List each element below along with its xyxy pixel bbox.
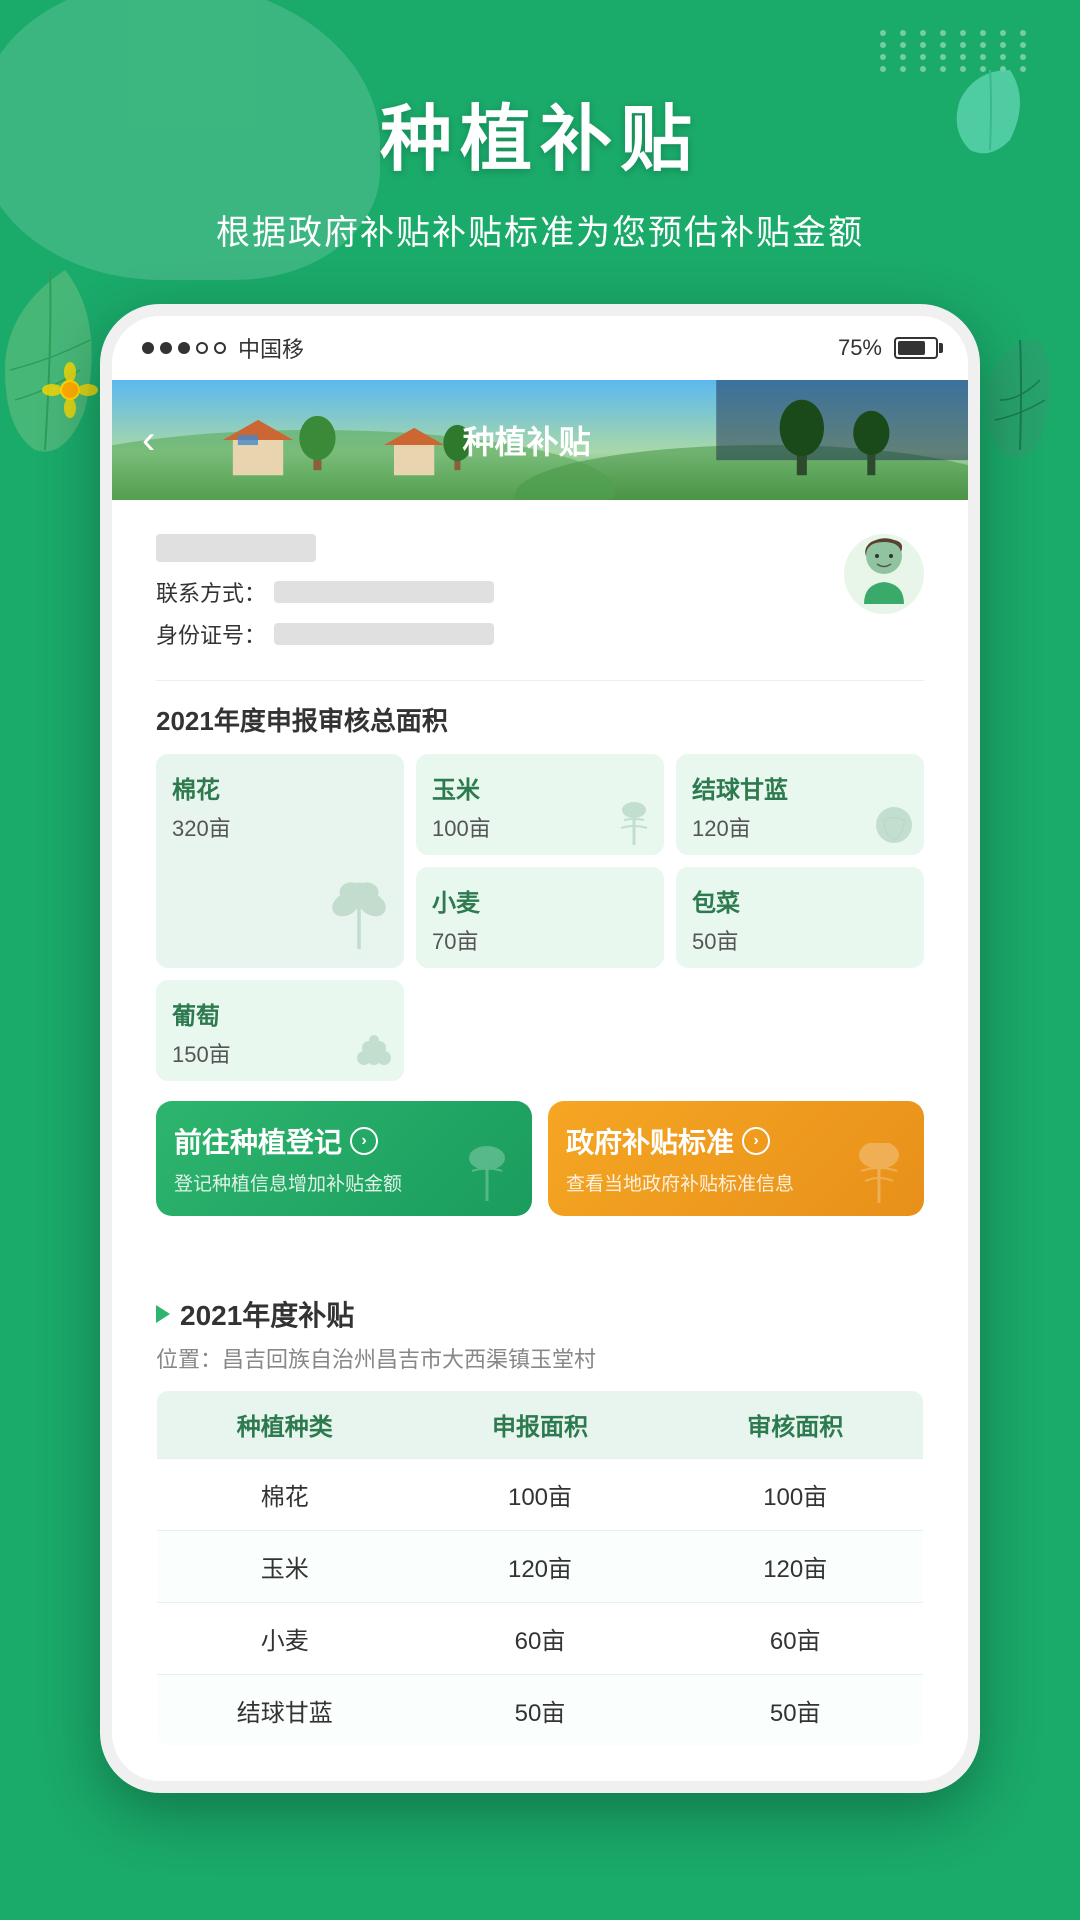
location-text: 位置：昌吉回族自治州昌吉市大西渠镇玉堂村: [156, 1342, 924, 1374]
subsidy-table: 种植种类 申报面积 审核面积 棉花 100亩 100亩 玉米 120亩 120亩…: [156, 1390, 924, 1747]
crop-card-wheat: 小麦 70亩: [416, 867, 664, 968]
subsidy-standard-button[interactable]: 政府补贴标准 › 查看当地政府补贴标准信息: [548, 1101, 924, 1216]
crop-grid: 棉花 320亩 玉米 100亩: [156, 754, 924, 1081]
battery-fill: [898, 341, 925, 355]
battery-icon: [894, 337, 938, 359]
user-name-blurred: [156, 534, 316, 562]
phone-mockup: 中国移 75%: [100, 304, 980, 1793]
green-triangle-icon: [156, 1305, 170, 1323]
header-section: 种植补贴 根据政府补贴补贴标准为您预估补贴金额: [0, 0, 1080, 284]
table-row: 玉米 120亩 120亩: [157, 1531, 924, 1603]
crop-card-cotton: 棉花 320亩: [156, 754, 404, 968]
dot1: [142, 342, 154, 354]
battery-percentage: 75%: [838, 335, 882, 361]
dot5: [214, 342, 226, 354]
phone-mockup-container: 中国移 75%: [0, 304, 1080, 1793]
app-nav-bar: ‹ 种植补贴: [112, 380, 968, 500]
carrier-label: 中国移: [238, 332, 304, 364]
col-header-reported: 申报面积: [413, 1391, 668, 1459]
col-header-reviewed: 审核面积: [667, 1391, 923, 1459]
nav-title: 种植补贴: [155, 417, 898, 463]
battery-area: 75%: [838, 335, 938, 361]
table-header-row: 种植种类 申报面积 审核面积: [157, 1391, 924, 1459]
wheat-name: 小麦: [432, 883, 648, 918]
cabbage-area: 120亩: [692, 811, 908, 843]
crop-card-cabbage: 结球甘蓝 120亩: [676, 754, 924, 855]
status-bar: 中国移 75%: [112, 316, 968, 380]
signal-dots: [142, 342, 226, 354]
cell-crop-3: 结球甘蓝: [157, 1675, 413, 1747]
subsidy-header: 2021年度补贴: [156, 1294, 924, 1334]
back-button[interactable]: ‹: [142, 420, 155, 460]
cell-crop-1: 玉米: [157, 1531, 413, 1603]
cell-crop-0: 棉花: [157, 1459, 413, 1531]
table-row: 小麦 60亩 60亩: [157, 1603, 924, 1675]
subsidy-title: 2021年度补贴: [180, 1294, 354, 1334]
dot4: [196, 342, 208, 354]
action-buttons-row: 前往种植登记 › 登记种植信息增加补贴金额 政府补贴标准 ›: [156, 1101, 924, 1216]
cell-reported-2: 60亩: [413, 1603, 668, 1675]
cell-reviewed-3: 50亩: [667, 1675, 923, 1747]
wheat-area: 70亩: [432, 924, 648, 956]
user-info-section: 联系方式： 身份证号：: [156, 534, 924, 681]
dot3: [178, 342, 190, 354]
id-value-blurred: [274, 623, 494, 645]
id-label: 身份证号：: [156, 618, 266, 650]
area-section-title: 2021年度申报审核总面积: [156, 701, 924, 738]
user-details: 联系方式： 身份证号：: [156, 534, 844, 660]
user-info-card: 联系方式： 身份证号：: [132, 510, 948, 1260]
table-row: 棉花 100亩 100亩: [157, 1459, 924, 1531]
cell-reviewed-2: 60亩: [667, 1603, 923, 1675]
cell-reported-3: 50亩: [413, 1675, 668, 1747]
col-header-crop: 种植种类: [157, 1391, 413, 1459]
subsidy-section-card: 2021年度补贴 位置：昌吉回族自治州昌吉市大西渠镇玉堂村 种植种类 申报面积 …: [132, 1270, 948, 1771]
cabbage-name: 结球甘蓝: [692, 770, 908, 805]
crop-card-grape: 葡萄 150亩: [156, 980, 404, 1081]
plant-register-button[interactable]: 前往种植登记 › 登记种植信息增加补贴金额: [156, 1101, 532, 1216]
crop-card-pakchoi: 包菜 50亩: [676, 867, 924, 968]
cotton-area: 320亩: [172, 811, 388, 843]
signal-area: 中国移: [142, 332, 304, 364]
id-field: 身份证号：: [156, 618, 844, 650]
dot2: [160, 342, 172, 354]
grape-area: 150亩: [172, 1037, 388, 1069]
page-subtitle: 根据政府补贴补贴标准为您预估补贴金额: [0, 205, 1080, 254]
crop-card-corn: 玉米 100亩: [416, 754, 664, 855]
plant-btn-arrow: ›: [350, 1127, 378, 1155]
corn-area: 100亩: [432, 811, 648, 843]
table-row: 结球甘蓝 50亩 50亩: [157, 1675, 924, 1747]
user-avatar: [844, 534, 924, 614]
corn-name: 玉米: [432, 770, 648, 805]
subsidy-table-body: 棉花 100亩 100亩 玉米 120亩 120亩 小麦 60亩 60亩 结球甘…: [157, 1459, 924, 1747]
cell-reviewed-1: 120亩: [667, 1531, 923, 1603]
contact-value-blurred: [274, 581, 494, 603]
pakchoi-name: 包菜: [692, 883, 908, 918]
grape-name: 葡萄: [172, 996, 388, 1031]
cell-reported-0: 100亩: [413, 1459, 668, 1531]
page-main-title: 种植补贴: [0, 80, 1080, 185]
pakchoi-area: 50亩: [692, 924, 908, 956]
contact-field: 联系方式：: [156, 576, 844, 608]
subsidy-btn-arrow: ›: [742, 1127, 770, 1155]
cell-reported-1: 120亩: [413, 1531, 668, 1603]
cotton-name: 棉花: [172, 770, 388, 805]
contact-label: 联系方式：: [156, 576, 266, 608]
cell-reviewed-0: 100亩: [667, 1459, 923, 1531]
cell-crop-2: 小麦: [157, 1603, 413, 1675]
